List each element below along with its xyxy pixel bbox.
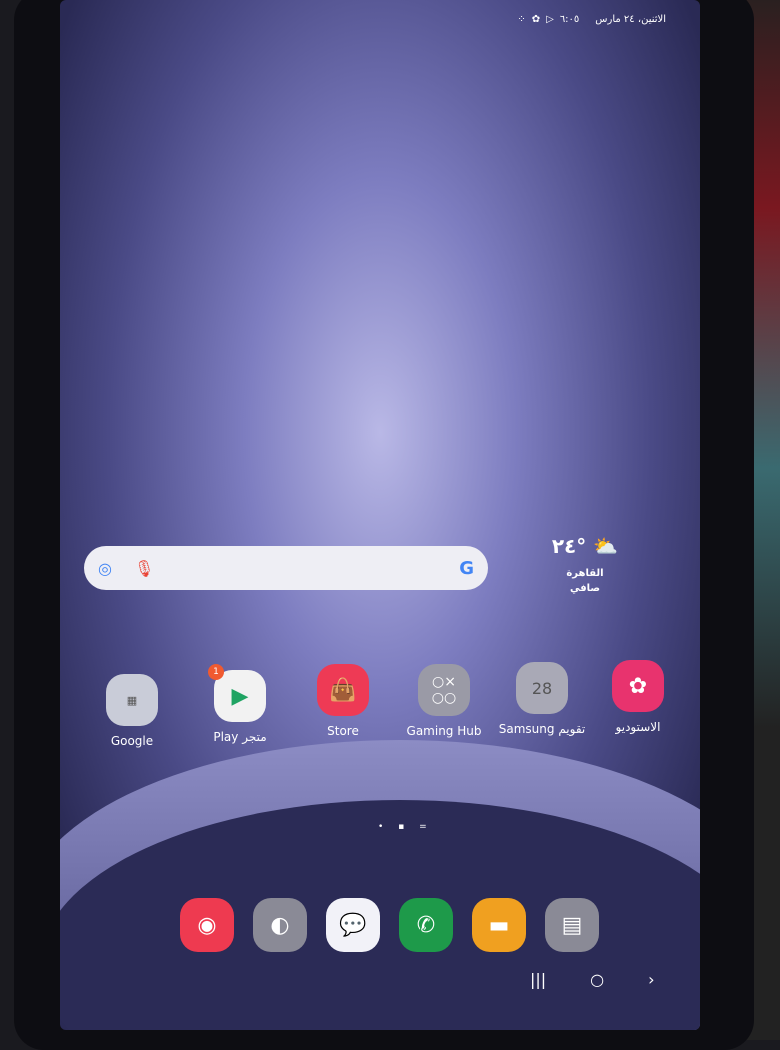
back-button[interactable]: › — [648, 970, 654, 989]
apps-icon: ⁘ — [517, 14, 526, 25]
app-play-store[interactable]: ▶ 1 Play متجر — [190, 664, 290, 744]
app-label: Play متجر — [213, 730, 267, 744]
app-galaxy-store[interactable]: 👜 Store — [293, 664, 393, 738]
play-store-icon: ▶ 1 — [208, 664, 266, 722]
status-date: الاثنين، ٢٤ مارس — [595, 14, 666, 25]
app-gallery[interactable]: ✿ الاستوديو — [588, 660, 688, 734]
home-button[interactable]: ○ — [590, 970, 604, 989]
messages-glyph: 💬 — [339, 912, 367, 938]
internet-glyph: ◐ — [270, 912, 290, 938]
calendar-date: 28 — [531, 678, 553, 698]
notes-glyph: ▤ — [561, 912, 583, 938]
partly-cloudy-icon: ⛅ — [593, 534, 619, 558]
phone-icon[interactable]: ✆ — [399, 898, 453, 952]
my-files-icon[interactable]: ▬ — [472, 898, 526, 952]
shopping-bag-icon: 👜 — [317, 664, 369, 716]
google-lens-icon[interactable]: ◎ — [98, 559, 112, 578]
calendar-icon: 28 — [516, 662, 568, 714]
status-bar: ⁘ ✿ ▷ ٦:٠٥ الاثنين، ٢٤ مارس — [517, 14, 666, 25]
mic-icon[interactable]: 🎙 — [134, 559, 154, 578]
camera-icon[interactable]: ◉ — [180, 898, 234, 952]
settings-icon: ✿ — [531, 14, 541, 25]
app-label: Store — [327, 724, 359, 738]
app-gaming-hub[interactable]: ○× ○○ Gaming Hub — [394, 664, 494, 738]
status-time: ٦:٠٥ — [559, 14, 580, 25]
gallery-icon: ✿ — [612, 660, 664, 712]
home-screen: ⁘ ✿ ▷ ٦:٠٥ الاثنين، ٢٤ مارس ◎ 🎙 G ٢٤° ⛅ … — [60, 0, 700, 1030]
app-label: Gaming Hub — [406, 724, 482, 738]
weather-widget[interactable]: ٢٤° ⛅ القاهرة صافي — [550, 534, 620, 594]
folder-icon: ▦ — [106, 674, 158, 726]
google-logo: G — [459, 557, 474, 579]
app-label: Google — [110, 734, 154, 748]
notification-badge: 1 — [208, 664, 224, 680]
app-label: Samsung تقويم — [498, 722, 586, 736]
dock: ◉ ◐ 💬 ✆ ▬ ▤ — [180, 898, 599, 952]
recents-button[interactable]: ||| — [530, 970, 546, 989]
temperature: ٢٤° — [551, 534, 587, 558]
weather-city: القاهرة — [566, 568, 604, 579]
files-glyph: ▬ — [488, 912, 510, 938]
play-store-icon: ▷ — [546, 14, 554, 25]
navigation-bar: ||| ○ › — [530, 970, 655, 989]
app-label: الاستوديو — [615, 720, 661, 734]
google-search-bar[interactable]: ◎ 🎙 G — [84, 546, 488, 590]
page-indicator[interactable]: • ▪ = — [378, 822, 433, 832]
messages-icon[interactable]: 💬 — [326, 898, 380, 952]
camera-glyph: ◉ — [197, 912, 217, 938]
app-google-folder[interactable]: ▦ Google — [82, 674, 182, 748]
notes-icon[interactable]: ▤ — [545, 898, 599, 952]
app-samsung-calendar[interactable]: 28 Samsung تقويم — [492, 662, 592, 736]
internet-icon[interactable]: ◐ — [253, 898, 307, 952]
phone-glyph: ✆ — [416, 912, 436, 938]
gaming-hub-icon: ○× ○○ — [418, 664, 470, 716]
weather-condition: صافي — [569, 583, 601, 594]
